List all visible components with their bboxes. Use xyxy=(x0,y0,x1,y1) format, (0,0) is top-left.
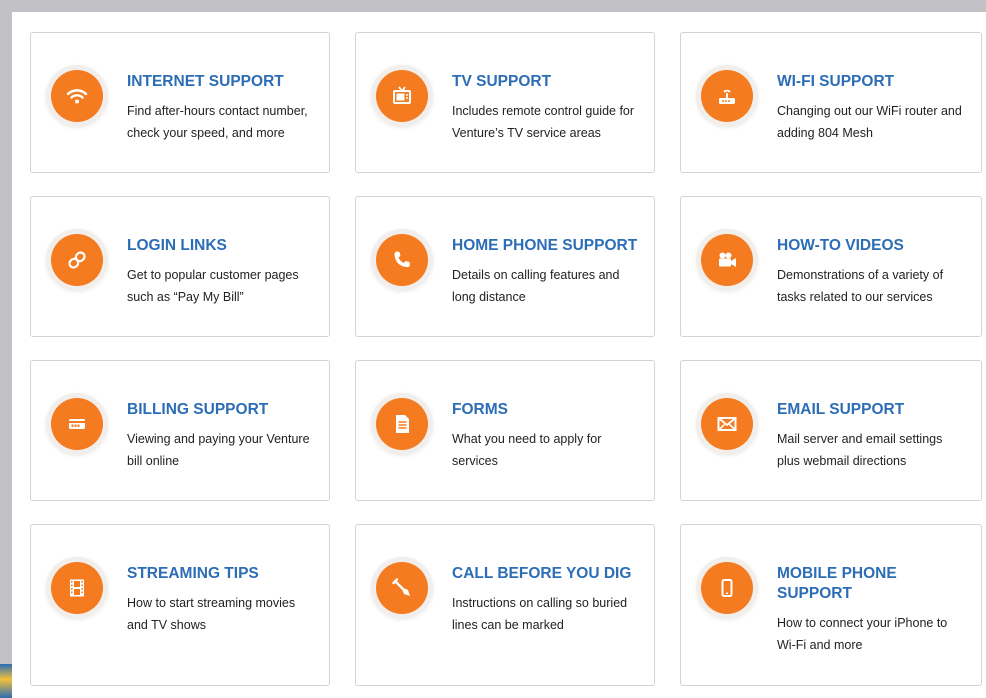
card-title: HOME PHONE SUPPORT xyxy=(452,237,638,254)
wifi-icon xyxy=(51,70,103,122)
tv-icon xyxy=(376,70,428,122)
card-title: CALL BEFORE YOU DIG xyxy=(452,565,632,582)
card-title: WI-FI SUPPORT xyxy=(777,73,895,90)
card-title: BILLING SUPPORT xyxy=(127,401,269,418)
card-tv-support[interactable]: TV SUPPORT Includes remote control guide… xyxy=(355,32,655,173)
film-icon xyxy=(51,562,103,614)
mobile-phone-icon xyxy=(701,562,753,614)
card-title: LOGIN LINKS xyxy=(127,237,227,254)
card-description: Mail server and email settings plus webm… xyxy=(777,432,943,468)
card-email-support[interactable]: EMAIL SUPPORT Mail server and email sett… xyxy=(680,360,982,501)
card-login-links[interactable]: LOGIN LINKS Get to popular customer page… xyxy=(30,196,330,337)
card-internet-support[interactable]: INTERNET SUPPORT Find after-hours contac… xyxy=(30,32,330,173)
card-description: How to connect your iPhone to Wi-Fi and … xyxy=(777,616,948,652)
card-description: Viewing and paying your Venture bill onl… xyxy=(127,432,310,468)
envelope-icon xyxy=(701,398,753,450)
card-wifi-support[interactable]: WI-FI SUPPORT Changing out our WiFi rout… xyxy=(680,32,982,173)
credit-card-icon xyxy=(51,398,103,450)
card-title: STREAMING TIPS xyxy=(127,565,259,582)
card-description: Demonstrations of a variety of tasks rel… xyxy=(777,268,944,304)
card-description: Get to popular customer pages such as “P… xyxy=(127,268,299,304)
card-title: MOBILE PHONE SUPPORT xyxy=(777,565,897,602)
shovel-icon xyxy=(376,562,428,614)
card-description: What you need to apply for services xyxy=(452,432,602,468)
router-icon xyxy=(701,70,753,122)
document-icon xyxy=(376,398,428,450)
card-title: FORMS xyxy=(452,401,508,418)
link-icon xyxy=(51,234,103,286)
card-title: EMAIL SUPPORT xyxy=(777,401,905,418)
left-edge xyxy=(0,0,12,698)
card-description: Instructions on calling so buried lines … xyxy=(452,596,628,632)
card-description: Includes remote control guide for Ventur… xyxy=(452,104,635,140)
card-description: Find after-hours contact number, check y… xyxy=(127,104,308,140)
card-description: Details on calling features and long dis… xyxy=(452,268,620,304)
card-billing-support[interactable]: BILLING SUPPORT Viewing and paying your … xyxy=(30,360,330,501)
card-home-phone-support[interactable]: HOME PHONE SUPPORT Details on calling fe… xyxy=(355,196,655,337)
card-call-before-you-dig[interactable]: CALL BEFORE YOU DIG Instructions on call… xyxy=(355,524,655,686)
card-title: HOW-TO VIDEOS xyxy=(777,237,904,254)
support-card-grid: INTERNET SUPPORT Find after-hours contac… xyxy=(30,32,982,686)
card-mobile-phone-support[interactable]: MOBILE PHONE SUPPORT How to connect your… xyxy=(680,524,982,686)
card-description: How to start streaming movies and TV sho… xyxy=(127,596,296,632)
card-forms[interactable]: FORMS What you need to apply for service… xyxy=(355,360,655,501)
video-camera-icon xyxy=(701,234,753,286)
card-streaming-tips[interactable]: STREAMING TIPS How to start streaming mo… xyxy=(30,524,330,686)
card-description: Changing out our WiFi router and adding … xyxy=(777,104,962,140)
card-title: TV SUPPORT xyxy=(452,73,552,90)
phone-icon xyxy=(376,234,428,286)
card-how-to-videos[interactable]: HOW-TO VIDEOS Demonstrations of a variet… xyxy=(680,196,982,337)
logo-accent xyxy=(0,664,12,698)
card-title: INTERNET SUPPORT xyxy=(127,73,284,90)
